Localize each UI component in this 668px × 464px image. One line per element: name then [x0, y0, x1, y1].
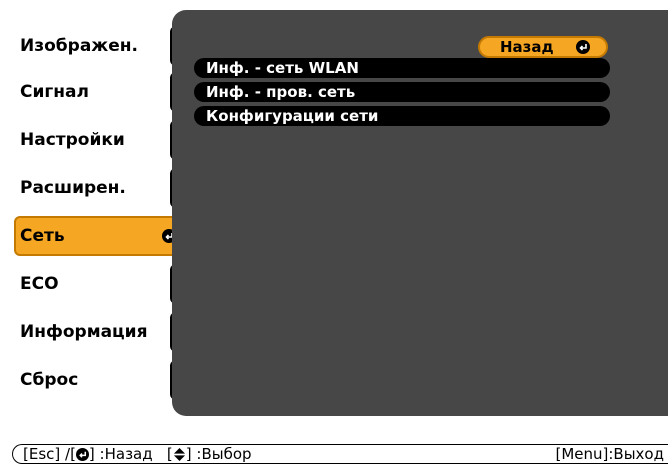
menu-item-label: Информация: [20, 322, 148, 342]
help-bar: [Esc] /[ ] :Назад [ ] :Выбор [Menu]:Выхо…: [12, 444, 668, 464]
menu-item-network[interactable]: Сеть: [14, 216, 184, 256]
menu-item-extended[interactable]: Расширен.: [14, 168, 184, 208]
menu-item-label: ECO: [20, 274, 59, 294]
submenu-item-label: Конфигурации сети: [206, 107, 379, 125]
menu-item-label: Сигнал: [20, 82, 89, 102]
submenu-item-network-config[interactable]: Конфигурации сети: [194, 106, 610, 126]
submenu-item-wired-info[interactable]: Инф. - пров. сеть: [194, 82, 610, 102]
enter-icon: [75, 448, 89, 461]
submenu-item-label: Инф. - сеть WLAN: [206, 59, 359, 77]
menu-item-settings[interactable]: Настройки: [14, 120, 184, 160]
submenu-panel: Назад Инф. - сеть WLAN Инф. - пров. сеть…: [172, 10, 668, 416]
back-button-label: Назад: [500, 38, 554, 56]
help-exit: [Menu]:Выход: [555, 445, 664, 463]
menu-item-label: Сброс: [20, 370, 79, 390]
help-esc-suffix: ] :Назад: [88, 445, 153, 463]
submenu-item-wlan-info[interactable]: Инф. - сеть WLAN: [194, 58, 610, 78]
help-select-suffix: ] :Выбор: [185, 445, 252, 463]
help-esc-prefix: [Esc] /[: [23, 445, 76, 463]
back-button[interactable]: Назад: [478, 36, 608, 58]
menu-item-label: Настройки: [20, 130, 125, 150]
submenu-item-label: Инф. - пров. сеть: [206, 83, 356, 101]
menu-item-label: Расширен.: [20, 178, 126, 198]
menu-item-label: Сеть: [20, 226, 65, 246]
menu-item-signal[interactable]: Сигнал: [14, 72, 184, 112]
menu-item-reset[interactable]: Сброс: [14, 360, 184, 400]
main-menu: Изображен. Сигнал Настройки Расширен. Се…: [0, 0, 184, 420]
menu-item-info[interactable]: Информация: [14, 312, 184, 352]
enter-icon: [576, 40, 590, 54]
up-down-arrow-icon: [173, 448, 185, 461]
menu-item-label: Изображен.: [20, 36, 138, 56]
menu-item-eco[interactable]: ECO: [14, 264, 184, 304]
help-navigation: [Esc] /[ ] :Назад [ ] :Выбор: [23, 445, 252, 463]
menu-item-image[interactable]: Изображен.: [14, 26, 184, 66]
